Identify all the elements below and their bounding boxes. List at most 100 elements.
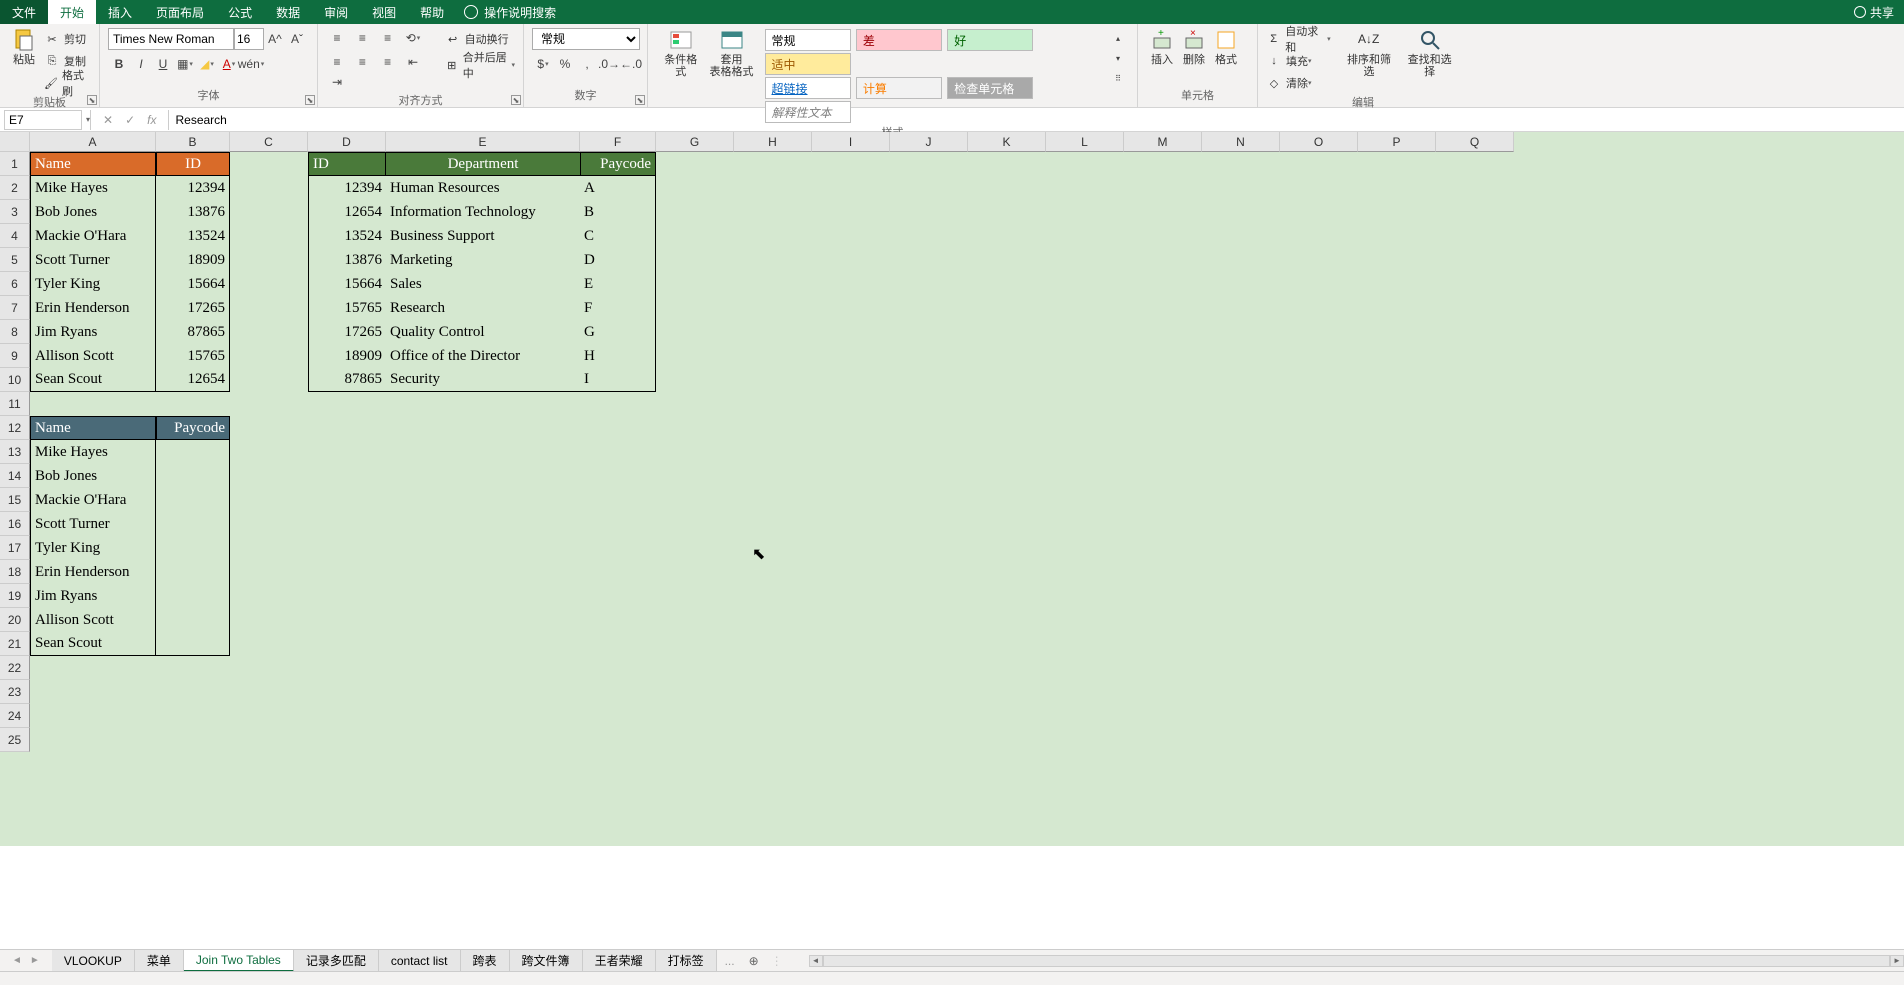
bold-button[interactable]: B bbox=[109, 54, 129, 74]
wrap-text-button[interactable]: ↩自动换行 bbox=[445, 28, 515, 50]
cell-D3[interactable]: 12654 bbox=[308, 200, 386, 224]
row-header-21[interactable]: 21 bbox=[0, 632, 30, 656]
cell-F2[interactable]: A bbox=[580, 176, 656, 200]
cell-D5[interactable]: 13876 bbox=[308, 248, 386, 272]
cell-B9[interactable]: 15765 bbox=[156, 344, 230, 368]
align-left-icon[interactable]: ≡ bbox=[327, 52, 347, 72]
cell-A7[interactable]: Erin Henderson bbox=[30, 296, 156, 320]
underline-button[interactable]: U bbox=[153, 54, 173, 74]
currency-icon[interactable]: $ bbox=[533, 54, 553, 74]
sheet-tab-7[interactable]: 王者荣耀 bbox=[583, 950, 656, 972]
cell-A10[interactable]: Sean Scout bbox=[30, 368, 156, 392]
row-header-14[interactable]: 14 bbox=[0, 464, 30, 488]
cell-E8[interactable]: Quality Control bbox=[386, 320, 580, 344]
tab-help[interactable]: 帮助 bbox=[408, 0, 456, 24]
row-header-7[interactable]: 7 bbox=[0, 296, 30, 320]
tab-view[interactable]: 视图 bbox=[360, 0, 408, 24]
row-header-25[interactable]: 25 bbox=[0, 728, 30, 752]
sheet-tab-3[interactable]: 记录多匹配 bbox=[294, 950, 379, 972]
row-header-2[interactable]: 2 bbox=[0, 176, 30, 200]
format-cells-button[interactable]: 格式 bbox=[1210, 28, 1242, 66]
cell-E2[interactable]: Human Resources bbox=[386, 176, 580, 200]
cell-B18[interactable] bbox=[156, 560, 230, 584]
col-header-N[interactable]: N bbox=[1202, 132, 1280, 152]
increase-font-icon[interactable]: A^ bbox=[265, 29, 285, 49]
style-hyperlink[interactable]: 超链接 bbox=[765, 77, 851, 99]
cell-A17[interactable]: Tyler King bbox=[30, 536, 156, 560]
cell-D8[interactable]: 17265 bbox=[308, 320, 386, 344]
border-button[interactable]: ▦ bbox=[175, 54, 195, 74]
style-neutral[interactable]: 适中 bbox=[765, 53, 851, 75]
cell-A16[interactable]: Scott Turner bbox=[30, 512, 156, 536]
comma-icon[interactable]: , bbox=[577, 54, 597, 74]
style-explanatory[interactable]: 解释性文本 bbox=[765, 101, 851, 123]
indent-increase-icon[interactable]: ⇥ bbox=[327, 72, 347, 92]
cut-button[interactable]: ✂剪切 bbox=[44, 28, 91, 50]
cell-B16[interactable] bbox=[156, 512, 230, 536]
tab-insert[interactable]: 插入 bbox=[96, 0, 144, 24]
hscroll-left-icon[interactable]: ◄ bbox=[809, 955, 823, 967]
cell-F1[interactable]: Paycode bbox=[580, 152, 656, 176]
row-header-12[interactable]: 12 bbox=[0, 416, 30, 440]
style-check-cell[interactable]: 检查单元格 bbox=[947, 77, 1033, 99]
cell-B3[interactable]: 13876 bbox=[156, 200, 230, 224]
styles-scroll-up[interactable]: ▴ bbox=[1108, 28, 1128, 48]
col-header-P[interactable]: P bbox=[1358, 132, 1436, 152]
cell-F3[interactable]: B bbox=[580, 200, 656, 224]
align-right-icon[interactable]: ≡ bbox=[378, 52, 398, 72]
format-painter-button[interactable]: 🖌格式刷 bbox=[44, 72, 91, 94]
sheet-tab-0[interactable]: VLOOKUP bbox=[52, 950, 135, 972]
cell-A3[interactable]: Bob Jones bbox=[30, 200, 156, 224]
cell-B6[interactable]: 15664 bbox=[156, 272, 230, 296]
row-header-5[interactable]: 5 bbox=[0, 248, 30, 272]
worksheet-grid[interactable]: ABCDEFGHIJKLMNOPQ 1234567891011121314151… bbox=[0, 132, 1904, 846]
row-header-4[interactable]: 4 bbox=[0, 224, 30, 248]
col-header-O[interactable]: O bbox=[1280, 132, 1358, 152]
indent-decrease-icon[interactable]: ⇤ bbox=[403, 52, 423, 72]
row-header-3[interactable]: 3 bbox=[0, 200, 30, 224]
sheet-tab-4[interactable]: contact list bbox=[379, 950, 461, 972]
row-header-13[interactable]: 13 bbox=[0, 440, 30, 464]
row-header-9[interactable]: 9 bbox=[0, 344, 30, 368]
cell-A1[interactable]: Name bbox=[30, 152, 156, 176]
cell-B10[interactable]: 12654 bbox=[156, 368, 230, 392]
cell-A4[interactable]: Mackie O'Hara bbox=[30, 224, 156, 248]
cell-E4[interactable]: Business Support bbox=[386, 224, 580, 248]
row-header-22[interactable]: 22 bbox=[0, 656, 30, 680]
fill-button[interactable]: ↓填充 ▾ bbox=[1266, 50, 1331, 72]
cell-A15[interactable]: Mackie O'Hara bbox=[30, 488, 156, 512]
row-header-10[interactable]: 10 bbox=[0, 368, 30, 392]
row-header-24[interactable]: 24 bbox=[0, 704, 30, 728]
add-sheet-button[interactable]: ⊕ bbox=[743, 954, 765, 968]
row-header-1[interactable]: 1 bbox=[0, 152, 30, 176]
merge-center-button[interactable]: ⊞合并后居中 ▾ bbox=[445, 54, 515, 76]
cell-A18[interactable]: Erin Henderson bbox=[30, 560, 156, 584]
row-header-6[interactable]: 6 bbox=[0, 272, 30, 296]
col-header-G[interactable]: G bbox=[656, 132, 734, 152]
cancel-formula-icon[interactable]: ✕ bbox=[103, 113, 113, 127]
cell-B4[interactable]: 13524 bbox=[156, 224, 230, 248]
align-middle-icon[interactable]: ≡ bbox=[352, 28, 372, 48]
cell-D10[interactable]: 87865 bbox=[308, 368, 386, 392]
col-header-L[interactable]: L bbox=[1046, 132, 1124, 152]
font-color-button[interactable]: A bbox=[219, 54, 239, 74]
phonetic-button[interactable]: wén bbox=[241, 54, 261, 74]
sheet-tab-5[interactable]: 跨表 bbox=[461, 950, 510, 972]
decrease-font-icon[interactable]: Aˇ bbox=[287, 29, 307, 49]
sheet-nav-next-icon[interactable]: ► bbox=[30, 955, 40, 966]
italic-button[interactable]: I bbox=[131, 54, 151, 74]
col-header-M[interactable]: M bbox=[1124, 132, 1202, 152]
cell-E10[interactable]: Security bbox=[386, 368, 580, 392]
decrease-decimal-icon[interactable]: ←.0 bbox=[621, 54, 641, 74]
increase-decimal-icon[interactable]: .0→ bbox=[599, 54, 619, 74]
cell-B2[interactable]: 12394 bbox=[156, 176, 230, 200]
delete-cells-button[interactable]: ×删除 bbox=[1178, 28, 1210, 66]
cell-D6[interactable]: 15664 bbox=[308, 272, 386, 296]
fill-color-button[interactable]: ◢ bbox=[197, 54, 217, 74]
styles-scroll-down[interactable]: ▾ bbox=[1108, 48, 1128, 68]
cell-F8[interactable]: G bbox=[580, 320, 656, 344]
cell-F6[interactable]: E bbox=[580, 272, 656, 296]
tab-layout[interactable]: 页面布局 bbox=[144, 0, 216, 24]
cell-B17[interactable] bbox=[156, 536, 230, 560]
cell-B12[interactable]: Paycode bbox=[156, 416, 230, 440]
